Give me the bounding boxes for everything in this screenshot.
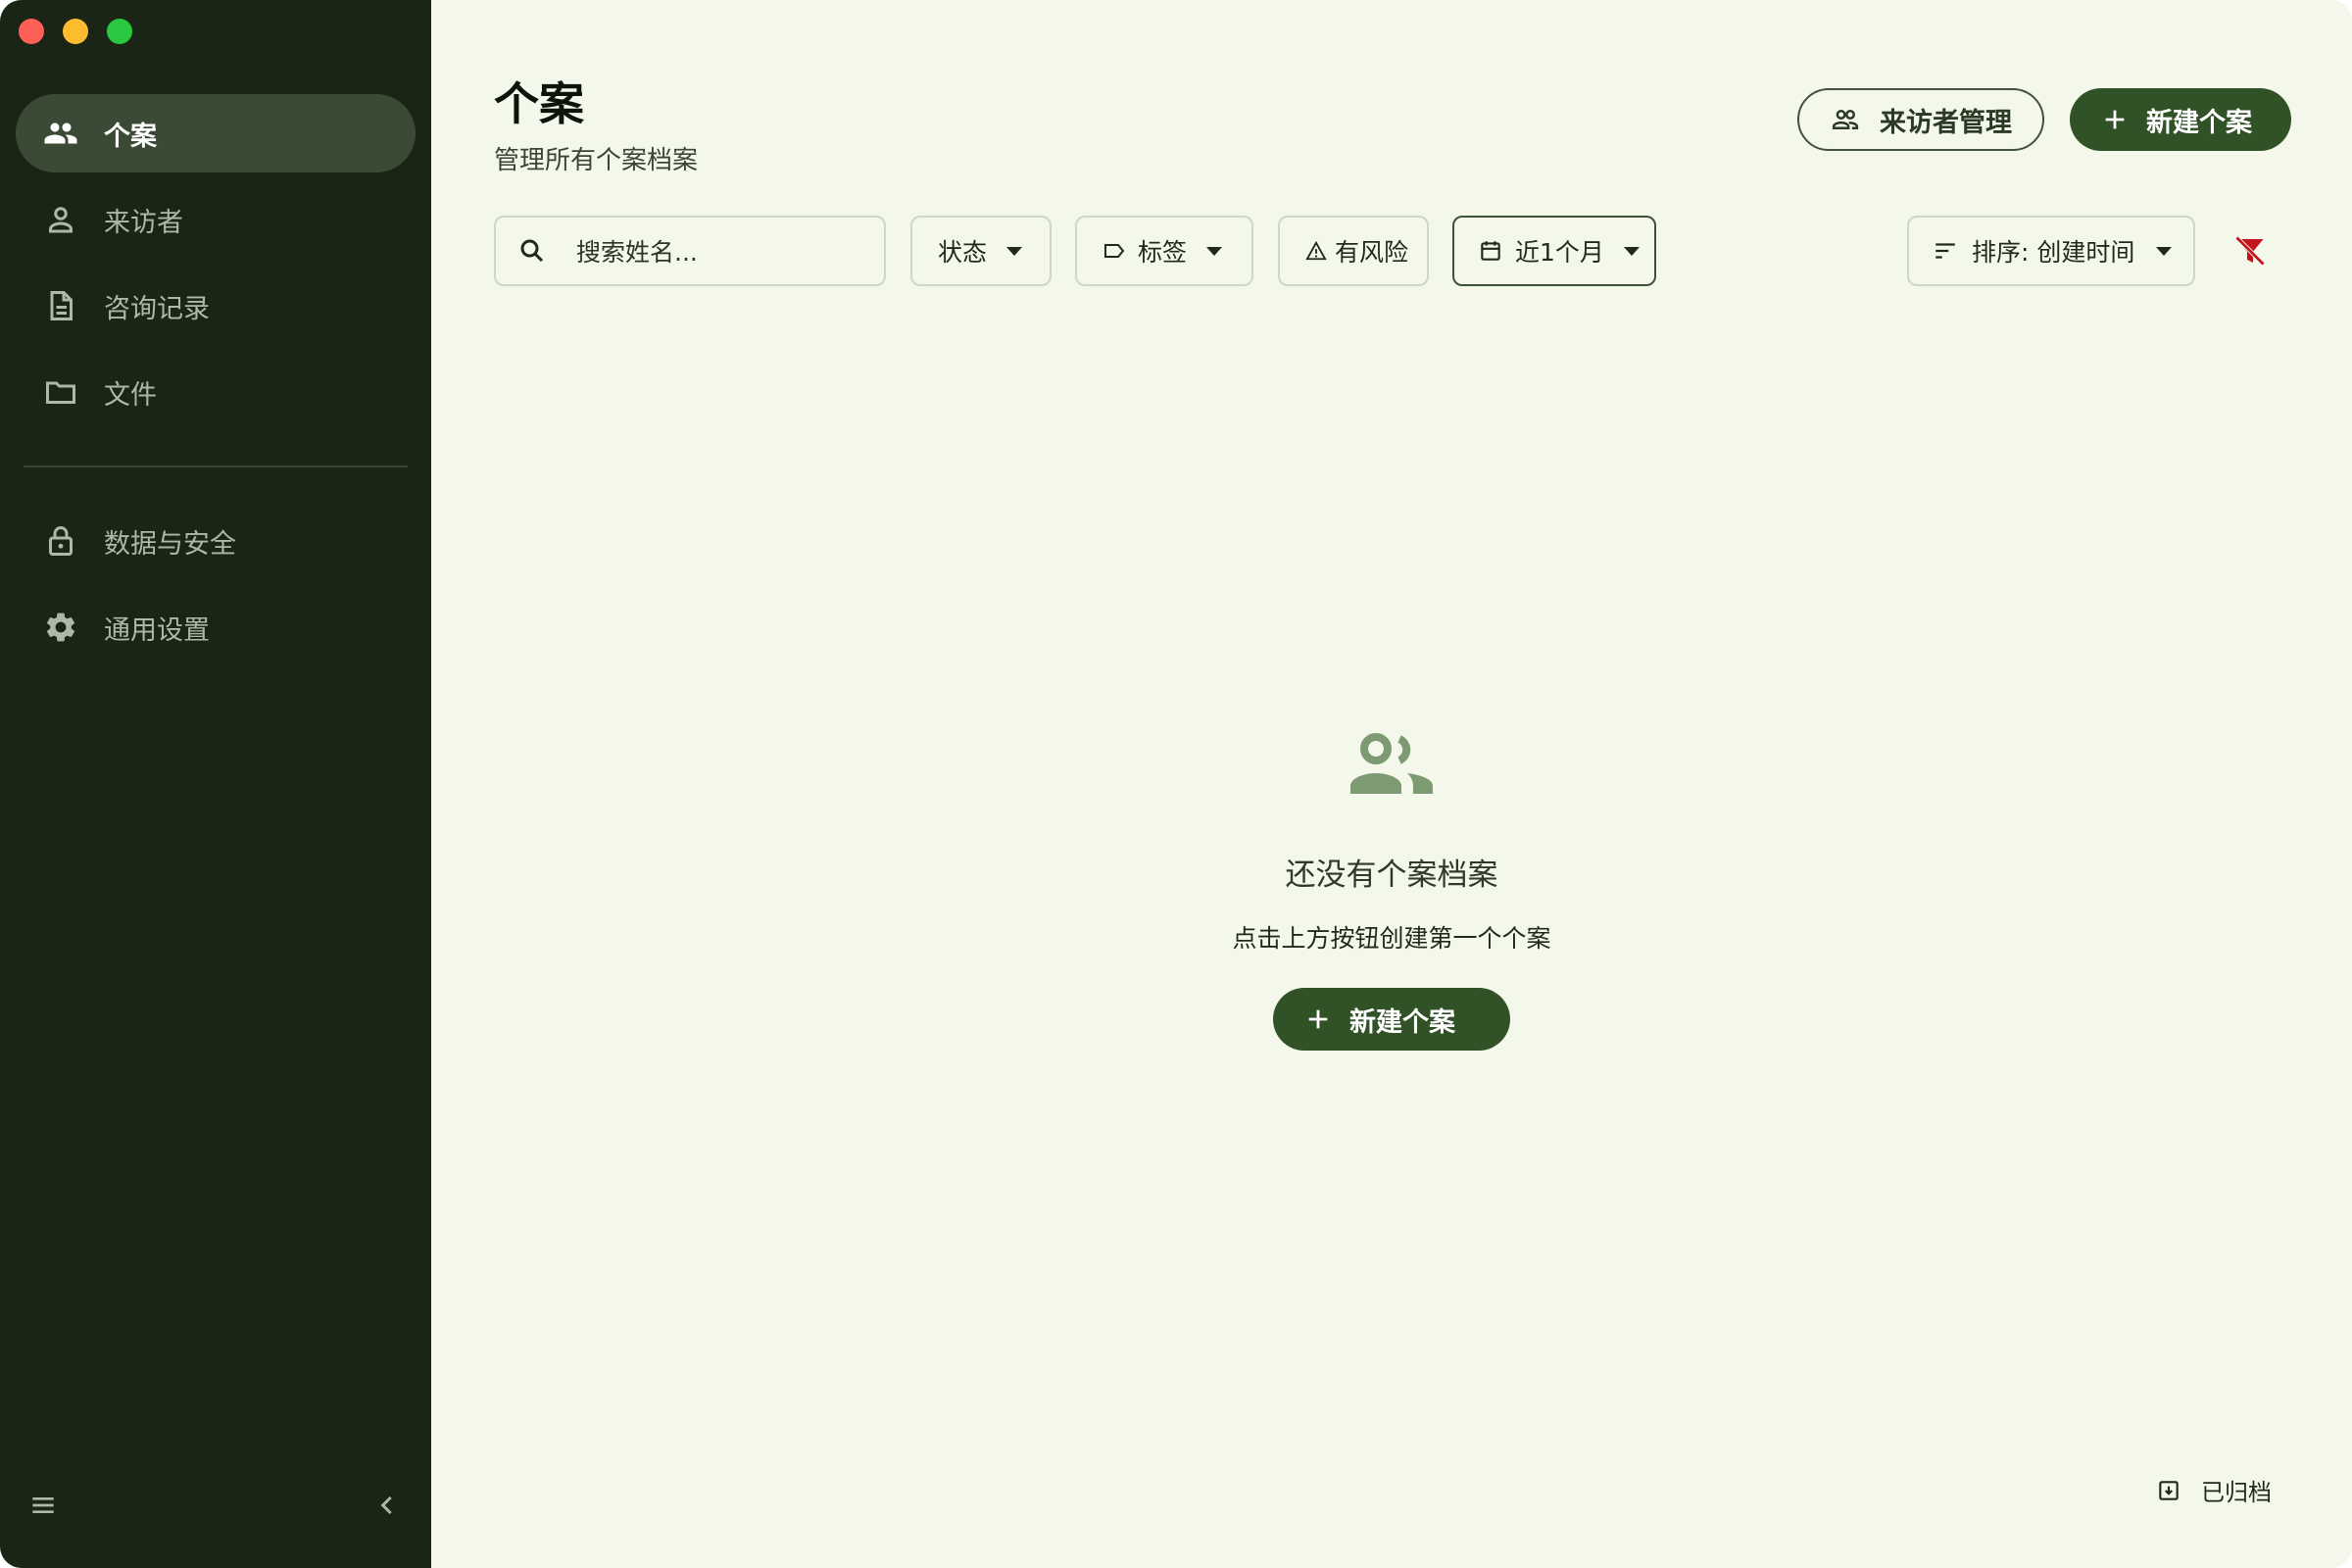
empty-state: 还没有个案档案 点击上方按钮创建第一个个案 新建个案: [431, 730, 2352, 1051]
people-outline-icon: [1832, 110, 1859, 129]
search-icon: [520, 239, 544, 263]
sidebar-divider: [24, 466, 408, 467]
sort-dropdown[interactable]: 排序: 创建时间: [1907, 216, 2195, 286]
clear-filters-button[interactable]: [2232, 233, 2268, 272]
caret-down-icon: [1206, 246, 1223, 256]
document-icon: [41, 286, 80, 325]
archived-link[interactable]: 已归档: [2156, 1473, 2272, 1507]
page-subtitle: 管理所有个案档案: [494, 146, 699, 175]
sidebar-item-label: 文件: [104, 379, 157, 411]
status-filter-dropdown[interactable]: 状态: [910, 216, 1052, 286]
folder-icon: [41, 372, 80, 412]
main-content: 个案 管理所有个案档案 来访者管理 新建个案 搜索姓名... 状态 标签 有风险: [431, 0, 2352, 1568]
empty-state-title: 还没有个案档案: [1285, 858, 1498, 893]
page-title: 个案: [494, 77, 584, 130]
plus-icon: [2105, 110, 2125, 129]
tags-filter-dropdown[interactable]: 标签: [1075, 216, 1253, 286]
search-input[interactable]: 搜索姓名...: [494, 216, 886, 286]
visitor-management-button[interactable]: 来访者管理: [1797, 88, 2044, 151]
app-window: 个案 来访者 咨询记录 文件 数据与安全 通用设置 个案 管理所有个案档案 来访…: [0, 0, 2352, 1568]
plus-icon: [1308, 1009, 1328, 1029]
sidebar-item-visitors[interactable]: 来访者: [16, 180, 416, 259]
date-range-dropdown[interactable]: 近1个月: [1452, 216, 1656, 286]
sidebar-item-data-security[interactable]: 数据与安全: [16, 502, 416, 580]
calendar-icon: [1481, 241, 1500, 261]
caret-down-icon: [1623, 246, 1640, 256]
sidebar-item-label: 咨询记录: [104, 293, 210, 324]
new-case-button[interactable]: 新建个案: [2070, 88, 2291, 151]
window-controls: [19, 19, 132, 44]
sidebar-item-files[interactable]: 文件: [16, 353, 416, 431]
label-icon: [1104, 244, 1125, 258]
caret-down-icon: [2156, 246, 2173, 256]
sidebar-nav-secondary: 数据与安全 通用设置: [16, 502, 416, 674]
sidebar-item-label: 个案: [104, 121, 157, 152]
search-placeholder: 搜索姓名...: [576, 238, 698, 267]
sidebar-item-general-settings[interactable]: 通用设置: [16, 588, 416, 666]
sidebar-item-label: 通用设置: [104, 614, 210, 646]
sidebar: 个案 来访者 咨询记录 文件 数据与安全 通用设置: [0, 0, 431, 1568]
sidebar-item-label: 来访者: [104, 207, 183, 238]
lock-icon: [41, 521, 80, 561]
person-icon: [41, 200, 80, 239]
archive-icon: [2159, 1480, 2179, 1500]
sidebar-nav: 个案 来访者 咨询记录 文件: [16, 94, 416, 439]
minimize-window-button[interactable]: [63, 19, 88, 44]
empty-new-case-button[interactable]: 新建个案: [1273, 988, 1510, 1051]
empty-state-subtitle: 点击上方按钮创建第一个个案: [1232, 924, 1551, 953]
risk-filter-chip[interactable]: 有风险: [1278, 216, 1429, 286]
filter-off-icon: [2234, 235, 2266, 267]
zoom-window-button[interactable]: [107, 19, 132, 44]
people-icon: [41, 114, 80, 153]
collapse-sidebar-icon[interactable]: [372, 1490, 404, 1525]
sidebar-footer: [27, 1490, 404, 1525]
caret-down-icon: [1006, 246, 1023, 256]
close-window-button[interactable]: [19, 19, 44, 44]
sidebar-item-cases[interactable]: 个案: [16, 94, 416, 172]
warning-icon: [1305, 240, 1327, 261]
sidebar-item-label: 数据与安全: [104, 528, 236, 560]
menu-icon[interactable]: [27, 1490, 59, 1525]
gear-icon: [41, 608, 80, 647]
sidebar-item-records[interactable]: 咨询记录: [16, 267, 416, 345]
people-empty-icon: [1348, 730, 1435, 803]
sort-icon: [1936, 243, 1955, 259]
